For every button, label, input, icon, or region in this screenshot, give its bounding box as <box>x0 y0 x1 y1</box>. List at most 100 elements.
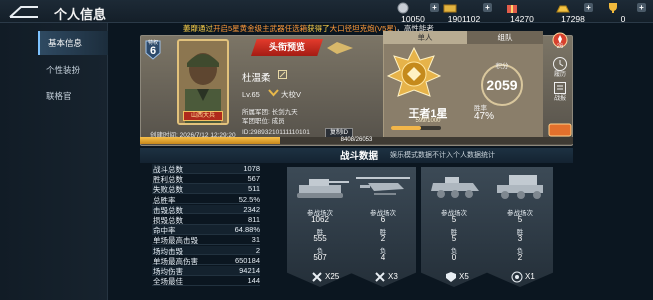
broadcast-middle: 获得了 <box>307 24 330 33</box>
stat-value: 650184 <box>234 255 260 265</box>
score-value: 2059 <box>486 77 518 93</box>
stat-row: 单场最高伤害 650184 <box>152 256 260 266</box>
stats-subtitle: 娱乐模式数据不计入个人数据统计 <box>390 152 495 159</box>
stat-row: 单场最高击毁 31 <box>152 235 260 245</box>
trophy-value: 0 <box>620 14 626 24</box>
sidebar-item-label: 基本信息 <box>48 38 83 48</box>
history-label: 履历 <box>553 72 566 78</box>
add-ingot-button[interactable]: + <box>584 3 593 12</box>
avatar-title-tag: 山西大兵 <box>183 111 223 121</box>
privilege-badge[interactable]: 特权 6 <box>145 40 161 60</box>
score-label: 积分 <box>495 63 509 70</box>
rank-progress-fill <box>391 126 421 130</box>
losses-value: 507 <box>313 253 327 262</box>
vehicle-badge-count: X25 <box>325 272 340 281</box>
add-trophy-button[interactable]: + <box>637 3 646 12</box>
stat-value: 52.5% <box>238 194 260 204</box>
back-arrow-icon <box>9 5 38 18</box>
gold-ingot-icon <box>556 5 570 13</box>
sidebar-item-liaison[interactable]: 联格官 <box>38 84 108 108</box>
tab-single[interactable]: 单人 <box>383 31 467 44</box>
stat-row: 命中率 64.88% <box>152 225 260 235</box>
player-level: Lv.65 <box>242 90 260 99</box>
vehicle-card[interactable]: 参战场次 1062 胜 555 负 507 <box>287 167 353 287</box>
stat-row: 总胜率 52.5% <box>152 195 260 205</box>
stat-row: 全场最佳 144 <box>152 276 260 286</box>
vehicle-badge-count: X5 <box>459 272 469 281</box>
sidebar-item-label: 联格官 <box>46 91 72 101</box>
avatar[interactable]: 山西大兵 <box>177 39 229 125</box>
battles-value: 5 <box>517 215 523 224</box>
wins-value: 555 <box>313 234 327 243</box>
battles-value: 5 <box>451 215 457 224</box>
attack-helicopter-icon <box>356 177 410 195</box>
sidebar: 基本信息 个性装扮 联格官 <box>0 23 108 300</box>
rank-progress-text: 599/1000 <box>415 118 441 124</box>
stat-value: 1078 <box>243 164 260 173</box>
losses-value: 4 <box>380 253 386 262</box>
vehicle-badge: X5 <box>445 270 479 284</box>
stat-row: 场均伤害 94214 <box>152 266 260 276</box>
tab-team[interactable]: 组队 <box>467 31 543 44</box>
back-button[interactable] <box>2 1 46 22</box>
wing-decoration-icon <box>327 42 353 54</box>
stat-key: 全场最佳 <box>153 277 183 287</box>
stat-value: 811 <box>248 215 260 224</box>
medal-count: 26 <box>556 44 564 50</box>
reward-box-icon[interactable] <box>548 123 572 137</box>
crossed-swords-icon <box>375 272 385 282</box>
losses-value: 0 <box>451 253 457 262</box>
main-battle-tank-icon <box>297 179 349 198</box>
record-label: 战报 <box>553 96 566 102</box>
gold-bar-icon <box>443 4 457 13</box>
stat-value: 2 <box>255 245 260 255</box>
edit-name-icon[interactable] <box>278 70 287 79</box>
stats-title: 战斗数据 <box>340 151 379 162</box>
king-rank-emblem-icon <box>386 46 442 97</box>
stat-row: 场均击毁 2 <box>152 245 260 256</box>
stat-row: 胜利总数 567 <box>152 174 260 184</box>
privilege-level: 6 <box>149 45 157 57</box>
stat-value: 511 <box>248 184 260 194</box>
stat-value: 64.88% <box>234 225 260 235</box>
broadcast-prefix: 萎靡通过 <box>183 24 213 33</box>
wins-value: 2 <box>380 234 386 243</box>
vehicle-badge: X3 <box>374 270 408 284</box>
add-silver-button[interactable]: + <box>430 3 439 12</box>
title-preview-button[interactable]: 头衔预览 <box>251 39 323 56</box>
vehicle-card[interactable]: 参战场次 5 胜 5 负 0 <box>421 167 487 287</box>
winrate-value: 47% <box>473 111 494 122</box>
gift-box-icon <box>507 5 517 13</box>
vehicle-card[interactable]: 参战场次 5 胜 3 负 2 <box>487 167 553 287</box>
vehicle-card[interactable]: 参战场次 6 胜 2 负 4 <box>350 167 416 287</box>
losses-value: 2 <box>517 253 523 262</box>
silver-coin-icon <box>397 2 409 14</box>
target-icon <box>511 271 523 283</box>
rank-progress-bar <box>391 126 441 130</box>
trophy-cup-icon <box>609 3 617 13</box>
military-rank-icon <box>268 89 279 97</box>
stat-value: 2342 <box>243 204 260 214</box>
stat-value: 144 <box>247 276 260 286</box>
stat-row: 损毁总数 811 <box>152 215 260 225</box>
sidebar-item-customize[interactable]: 个性装扮 <box>38 58 108 82</box>
player-name: 杜温柔 <box>242 73 271 84</box>
stat-value: 31 <box>251 235 260 245</box>
sidebar-item-basic-info[interactable]: 基本信息 <box>38 31 108 55</box>
exp-text: 8408/26053 <box>340 137 373 143</box>
broadcast-event: 开启5星黄金级主武器任选箱 <box>213 24 308 33</box>
sidebar-item-label: 个性装扮 <box>46 65 81 75</box>
stat-value: 567 <box>247 174 260 184</box>
player-id: ID:29893210111110101 <box>242 129 310 136</box>
battles-value: 6 <box>380 215 386 224</box>
vehicle-badge-count: X3 <box>388 272 398 281</box>
vehicle-badge: X25 <box>311 270 345 284</box>
wins-value: 3 <box>517 234 523 243</box>
military-rank: 大校V <box>281 90 302 99</box>
add-gold-button[interactable]: + <box>483 3 492 12</box>
shield-icon <box>446 272 456 282</box>
stat-row: 战斗总数 1078 <box>152 164 260 174</box>
crossed-swords-icon <box>312 272 322 282</box>
top-bar: 个人信息 + 10050 + 1901102 14270 + 17298 + 0 <box>0 0 653 24</box>
army-role: 军团职位: 成员 <box>242 118 285 125</box>
